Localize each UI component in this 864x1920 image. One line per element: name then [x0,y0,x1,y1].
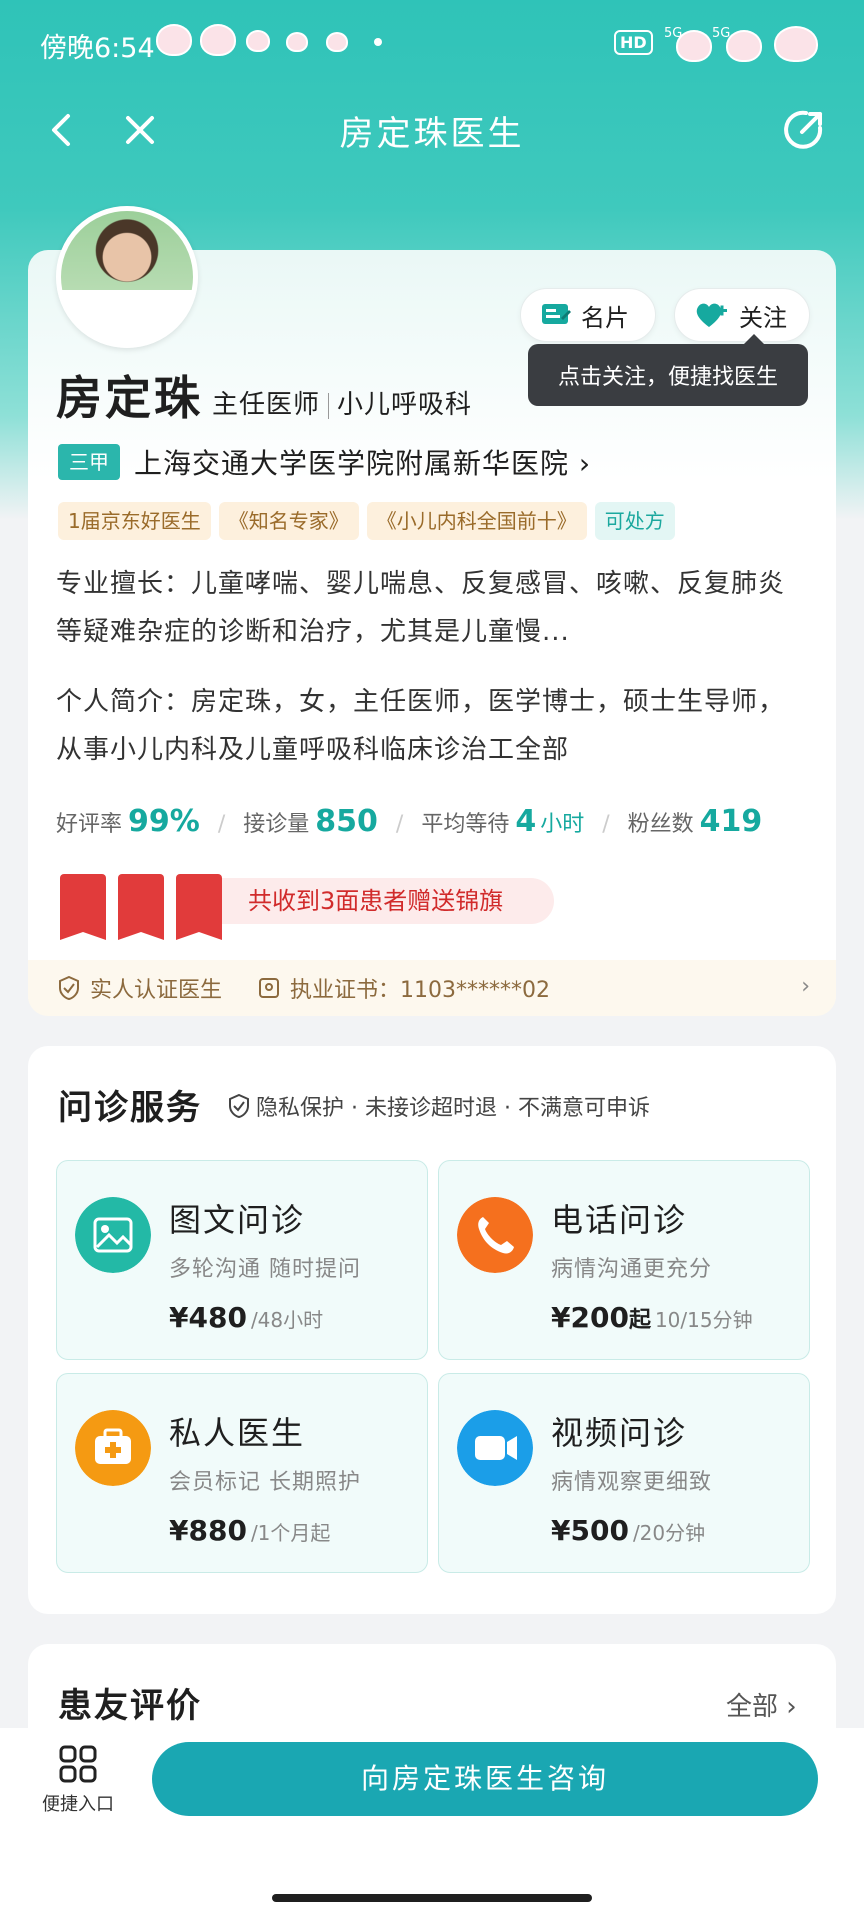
shield-check-icon [59,976,79,1000]
service-desc: 病情观察更细致 [551,1470,713,1495]
service-desc: 病情沟通更充分 [551,1257,713,1282]
chevron-right-icon: › [578,447,592,480]
honor-tag: 1届京东好医生 [58,502,211,540]
certification-bar[interactable]: 实人认证医生 执业证书：1103******02 › [28,960,836,1016]
phone-icon [457,1197,533,1273]
honor-tag: 《知名专家》 [218,502,359,540]
banners-summary[interactable]: 共收到3面患者赠送锦旗 [196,878,554,924]
visits-value: 850 [315,804,378,839]
services-note-text: 隐私保护 · 未接诊超时退 · 不满意可申诉 [256,1096,650,1121]
service-text-consult[interactable]: 图文问诊 多轮沟通 随时提问 ¥480/48小时 [56,1160,428,1360]
quick-entry-label: 便捷入口 [42,1794,114,1815]
consult-button[interactable]: 向房定珠医生咨询 [152,1742,818,1816]
fans-value: 419 [699,804,763,839]
service-name: 电话问诊 [551,1201,688,1239]
license-label: 执业证书：1103******02 [290,978,550,1003]
quick-entry-button[interactable]: 便捷入口 [30,1744,126,1816]
license-icon [259,978,280,998]
services-note: 隐私保护 · 未接诊超时退 · 不满意可申诉 [228,1090,650,1122]
service-price: ¥880/1个月起 [169,1514,331,1547]
hospital-tier-badge: 三甲 [58,444,120,480]
medical-kit-icon [75,1410,151,1486]
sheep-icon [286,32,308,52]
doctor-title: 主任医师 [212,390,321,420]
service-name: 私人医生 [169,1414,306,1452]
reviews-title: 患友评价 [58,1686,202,1726]
nav-bar: 房定珠医生 [0,90,864,170]
service-private-doctor[interactable]: 私人医生 会员标记 长期照护 ¥880/1个月起 [56,1373,428,1573]
intro-text[interactable]: 个人简介：房定珠，女，主任医师，医学博士，硕士生导师，从事小儿内科及儿童呼吸科临… [56,678,806,774]
wait-label: 平均等待 [421,812,510,837]
page-title: 房定珠医生 [339,114,525,154]
sheep-icon [676,30,712,62]
image-icon [75,1197,151,1273]
silk-banner-icon [176,874,222,940]
service-price: ¥480/48小时 [169,1301,324,1334]
home-indicator[interactable] [272,1894,592,1902]
service-desc: 会员标记 长期照护 [169,1470,361,1495]
fans-label: 粉丝数 [627,812,694,837]
silk-banner-icon [60,874,106,940]
business-card-button[interactable]: 名片 [520,288,656,342]
notification-dot-icon [374,38,382,46]
chevron-right-icon: › [801,974,810,999]
sheep-icon [326,32,348,52]
service-desc: 多轮沟通 随时提问 [169,1257,361,1282]
hd-icon: HD [614,30,653,55]
service-name: 图文问诊 [169,1201,306,1239]
grid-icon [59,1745,97,1783]
battery-sheep-icon [774,26,818,62]
service-price: ¥500/20分钟 [551,1514,706,1547]
sheep-icon [726,30,762,62]
service-phone-consult[interactable]: 电话问诊 病情沟通更充分 ¥200起 10/15分钟 [438,1160,810,1360]
status-time: 傍晚6:54 [40,33,155,64]
follow-label: 关注 [739,303,787,332]
doctor-department: 小儿呼吸科 [337,390,473,420]
share-icon[interactable] [780,106,828,154]
wait-unit: 小时 [540,812,585,837]
services-title: 问诊服务 [58,1088,202,1128]
prescription-tag: 可处方 [594,502,675,540]
follow-button[interactable]: 关注 [674,288,810,342]
service-price: ¥200起 10/15分钟 [551,1301,753,1334]
sheep-icon [246,30,270,52]
specialty-text[interactable]: 专业擅长：儿童哮喘、婴儿喘息、反复感冒、咳嗽、反复肺炎等疑难杂症的诊断和治疗，尤… [56,560,806,656]
verified-label: 实人认证医生 [90,978,223,1003]
heart-plus-icon [696,303,727,327]
doctor-name: 房定珠 [56,371,203,425]
rating-label: 好评率 [56,812,123,837]
sheep-icon [200,24,236,56]
sheep-icon [156,24,192,56]
honor-tag: 《小儿内科全国前十》 [366,502,587,540]
hospital-link[interactable]: 上海交通大学医学院附属新华医院 › [134,442,591,482]
wait-value: 4 [515,804,537,839]
service-name: 视频问诊 [551,1414,688,1452]
doctor-stats: 好评率 99% / 接诊量 850 / 平均等待 4 小时 / 粉丝数 419 [56,804,763,839]
doctor-subtitle: 主任医师 小儿呼吸科 [212,384,472,421]
hospital-name: 上海交通大学医学院附属新华医院 [134,447,570,480]
shield-check-icon [229,1094,249,1118]
silk-banner-icon [118,874,164,940]
banner-icons [60,874,222,940]
video-camera-icon [457,1410,533,1486]
rating-value: 99% [128,804,200,839]
reviews-all-link[interactable]: 全部 › [726,1686,797,1723]
service-video-consult[interactable]: 视频问诊 病情观察更细致 ¥500/20分钟 [438,1373,810,1573]
follow-tooltip: 点击关注，便捷找医生 [528,334,808,406]
visits-label: 接诊量 [243,812,310,837]
business-card-label: 名片 [581,303,629,332]
doctor-avatar[interactable] [56,206,198,348]
card-icon [542,304,571,324]
honor-tags: 1届京东好医生 《知名专家》 《小儿内科全国前十》 可处方 [58,502,675,540]
status-bar: 傍晚6:54 HD 5G 5G [0,0,864,90]
